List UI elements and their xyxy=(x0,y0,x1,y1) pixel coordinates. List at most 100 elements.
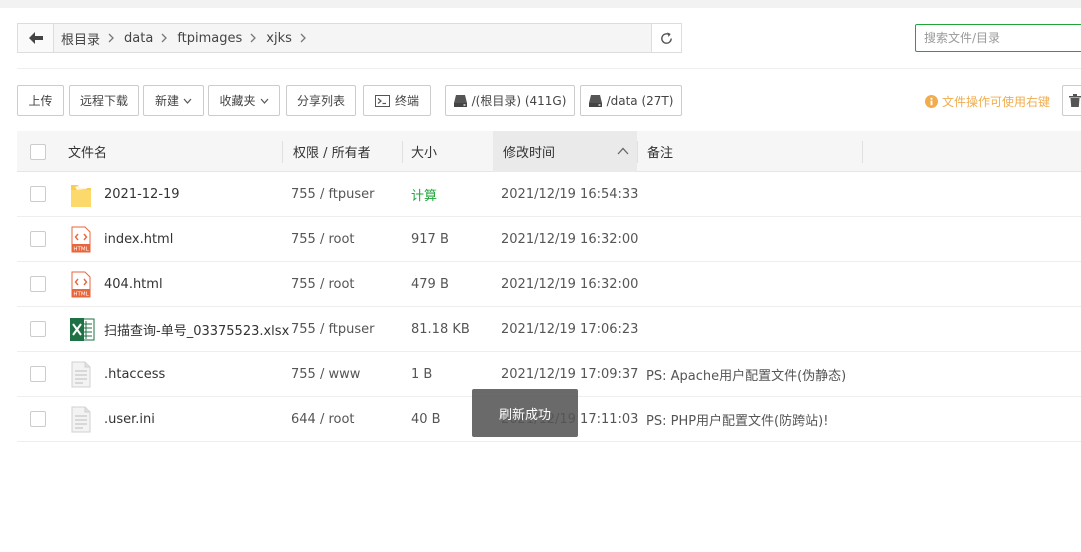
new-dropdown-button[interactable]: 新建 xyxy=(143,85,204,116)
column-header-mtime[interactable]: 修改时间 xyxy=(493,131,637,172)
column-divider xyxy=(282,141,283,163)
table-row[interactable]: 扫描查询-单号_03375523.xlsx 755 / ftpuser 81.1… xyxy=(17,307,1081,352)
row-checkbox-cell xyxy=(30,262,46,306)
file-name[interactable]: .user.ini xyxy=(104,412,155,427)
column-header-name[interactable]: 文件名 xyxy=(68,131,107,172)
context-menu-tip: 文件操作可使用右键 xyxy=(925,93,1050,110)
permission-owner[interactable]: 755 / ftpuser xyxy=(291,322,375,337)
trash-icon xyxy=(1068,94,1081,107)
breadcrumb-ftpimages[interactable]: ftpimages xyxy=(177,31,266,46)
permission-cell: 755 / ftpuser xyxy=(291,307,375,351)
breadcrumb-xjks[interactable]: xjks xyxy=(266,31,316,46)
file-size: 1 B xyxy=(411,366,433,382)
address-bar: 根目录 data ftpimages xjks xyxy=(17,23,682,53)
column-divider xyxy=(637,141,638,163)
file-name-cell: index.html xyxy=(104,217,173,261)
permission-owner[interactable]: 755 / www xyxy=(291,367,360,382)
text-file-icon xyxy=(71,406,91,433)
file-name-cell: 扫描查询-单号_03375523.xlsx xyxy=(104,307,289,351)
html-file-icon: HTML xyxy=(71,226,91,253)
upload-label: 上传 xyxy=(28,94,53,108)
size-cell: 917 B xyxy=(411,217,449,261)
file-name[interactable]: .htaccess xyxy=(104,367,165,382)
breadcrumb-data[interactable]: data xyxy=(124,31,177,46)
disk-data-button[interactable]: /data (27T) xyxy=(580,85,682,116)
file-name-cell: .user.ini xyxy=(104,397,155,441)
select-all-checkbox[interactable] xyxy=(30,143,46,160)
modified-time: 2021/12/19 17:09:37 xyxy=(501,366,639,382)
row-checkbox[interactable] xyxy=(30,186,46,202)
file-note: PS: PHP用户配置文件(防跨站)! xyxy=(646,413,829,429)
breadcrumb-root[interactable]: 根目录 xyxy=(61,29,124,48)
row-checkbox-cell xyxy=(30,172,46,216)
mtime-cell: 2021/12/19 16:32:00 xyxy=(501,217,638,261)
column-header-label: 大小 xyxy=(411,146,438,161)
permission-cell: 644 / root xyxy=(291,397,355,441)
modified-time: 2021/12/19 16:54:33 xyxy=(501,186,639,202)
refresh-button[interactable] xyxy=(651,24,681,52)
table-row[interactable]: HTML index.html 755 / root 917 B 2021/12… xyxy=(17,217,1081,262)
file-size: 917 B xyxy=(411,231,449,247)
row-checkbox-cell xyxy=(30,352,46,396)
file-name[interactable]: 404.html xyxy=(104,277,163,292)
chevron-down-icon xyxy=(183,98,192,104)
share-list-button[interactable]: 分享列表 xyxy=(286,85,356,116)
size-cell: 479 B xyxy=(411,262,449,306)
terminal-button[interactable]: 终端 xyxy=(363,85,431,116)
file-name[interactable]: 2021-12-19 xyxy=(104,187,180,202)
file-name[interactable]: 扫描查询-单号_03375523.xlsx xyxy=(104,320,289,339)
sort-ascending-icon xyxy=(617,147,629,155)
calculate-size-link[interactable]: 计算 xyxy=(411,185,437,204)
column-divider xyxy=(862,141,863,163)
row-checkbox[interactable] xyxy=(30,321,46,337)
terminal-icon xyxy=(374,94,390,107)
mtime-cell: 2021/12/19 16:32:00 xyxy=(501,262,638,306)
mtime-cell: 2021/12/19 16:54:33 xyxy=(501,172,638,216)
file-size: 40 B xyxy=(411,411,441,427)
file-table-header: 文件名 权限 / 所有者 大小 修改时间 备注 xyxy=(17,131,1081,172)
column-header-label: 文件名 xyxy=(68,146,108,161)
column-header-perm[interactable]: 权限 / 所有者 xyxy=(293,131,371,172)
svg-text:HTML: HTML xyxy=(73,247,89,253)
row-checkbox[interactable] xyxy=(30,276,46,292)
chevron-right-icon xyxy=(108,33,114,43)
row-checkbox[interactable] xyxy=(30,366,46,382)
chevron-right-icon xyxy=(300,33,306,43)
size-cell: 81.18 KB xyxy=(411,307,470,351)
upload-button[interactable]: 上传 xyxy=(17,85,64,116)
remote-download-button[interactable]: 远程下载 xyxy=(69,85,139,116)
note-cell: PS: PHP用户配置文件(防跨站)! xyxy=(646,397,828,441)
search-input[interactable] xyxy=(915,24,1081,52)
disk-data-label: /data (27T) xyxy=(606,93,674,108)
disk-root-button[interactable]: /(根目录) (411G) xyxy=(445,85,575,116)
favorites-dropdown-button[interactable]: 收藏夹 xyxy=(208,85,280,116)
modified-time: 2021/12/19 17:06:23 xyxy=(501,321,639,337)
back-button[interactable] xyxy=(18,24,54,52)
row-checkbox[interactable] xyxy=(30,231,46,247)
hard-disk-icon xyxy=(453,94,467,107)
file-name[interactable]: index.html xyxy=(104,232,173,247)
file-name-cell: 404.html xyxy=(104,262,163,306)
hard-disk-icon xyxy=(588,94,602,107)
table-row[interactable]: HTML 404.html 755 / root 479 B 2021/12/1… xyxy=(17,262,1081,307)
html-file-icon: HTML xyxy=(71,271,91,298)
table-row[interactable]: 2021-12-19 755 / ftpuser 计算 2021/12/19 1… xyxy=(17,172,1081,217)
file-note: PS: Apache用户配置文件(伪静态) xyxy=(646,368,847,384)
permission-owner[interactable]: 755 / ftpuser xyxy=(291,187,375,202)
favorites-label: 收藏夹 xyxy=(219,94,256,108)
column-header-note[interactable]: 备注 xyxy=(647,131,673,172)
row-checkbox-cell xyxy=(30,217,46,261)
permission-owner[interactable]: 755 / root xyxy=(291,232,355,247)
column-header-size[interactable]: 大小 xyxy=(411,131,437,172)
permission-owner[interactable]: 644 / root xyxy=(291,412,355,427)
excel-file-icon xyxy=(70,318,95,341)
permission-cell: 755 / root xyxy=(291,217,355,261)
share-list-label: 分享列表 xyxy=(296,94,345,108)
permission-cell: 755 / www xyxy=(291,352,360,396)
permission-owner[interactable]: 755 / root xyxy=(291,277,355,292)
trash-button[interactable] xyxy=(1062,85,1081,116)
column-header-label: 备注 xyxy=(647,146,674,161)
row-checkbox[interactable] xyxy=(30,411,46,427)
disk-root-label: /(根目录) (411G) xyxy=(471,94,567,108)
size-cell: 40 B xyxy=(411,397,441,441)
